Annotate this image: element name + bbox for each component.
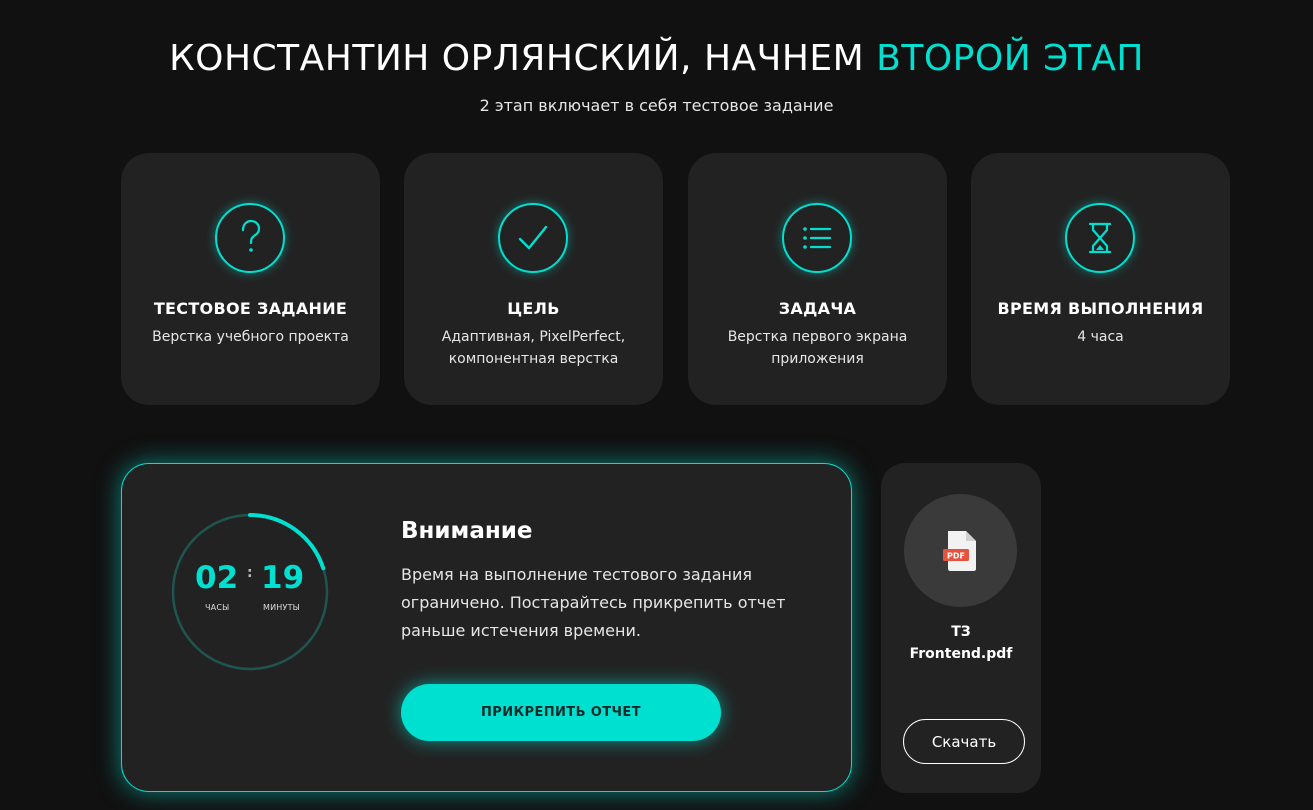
- card-text: Верстка учебного проекта: [152, 329, 349, 345]
- pdf-file-icon: PDF: [943, 531, 976, 571]
- page: КОНСТАНТИН ОРЛЯНСКИЙ, НАЧНЕМ ВТОРОЙ ЭТАП…: [0, 0, 1313, 810]
- page-title-accent: ВТОРОЙ ЭТАП: [876, 38, 1144, 79]
- card-text: 4 часа: [1077, 329, 1124, 345]
- file-name: ТЗ Frontend.pdf: [881, 621, 1041, 665]
- timer-minutes: 19: [261, 560, 305, 596]
- card-title: ВРЕМЯ ВЫПОЛНЕНИЯ: [997, 299, 1204, 318]
- timer-minutes-label: МИНУТЫ: [263, 603, 300, 612]
- info-cards: ТЕСТОВОЕ ЗАДАНИЕ Верстка учебного проект…: [121, 153, 1231, 405]
- card-title: ЗАДАЧА: [778, 299, 857, 318]
- attach-report-button[interactable]: ПРИКРЕПИТЬ ОТЧЕТ: [401, 684, 721, 741]
- page-title-main: КОНСТАНТИН ОРЛЯНСКИЙ, НАЧНЕМ: [169, 38, 865, 79]
- timer-digits: 02 : 19: [170, 560, 330, 600]
- attention-panel: 02 : 19 ЧАСЫ МИНУТЫ Внимание Время на вы…: [121, 463, 852, 792]
- timer-hours-label: ЧАСЫ: [205, 603, 230, 612]
- timer-hours: 02: [195, 560, 239, 596]
- download-button[interactable]: Скачать: [903, 719, 1025, 764]
- timer-separator: :: [247, 565, 253, 581]
- card-title: ТЕСТОВОЕ ЗАДАНИЕ: [153, 299, 348, 318]
- question-icon: [215, 203, 285, 273]
- checkmark-icon: [498, 203, 568, 273]
- countdown-timer: 02 : 19 ЧАСЫ МИНУТЫ: [170, 512, 330, 672]
- card-duration: ВРЕМЯ ВЫПОЛНЕНИЯ 4 часа: [971, 153, 1230, 405]
- attention-title: Внимание: [401, 518, 533, 544]
- file-name-line1: ТЗ: [951, 624, 971, 640]
- attention-text: Время на выполнение тестового задания ог…: [401, 565, 786, 640]
- card-text: Адаптивная, PixelPerfect, компонентная в…: [441, 329, 626, 367]
- file-card: PDF ТЗ Frontend.pdf Скачать: [881, 463, 1041, 793]
- card-test-task: ТЕСТОВОЕ ЗАДАНИЕ Верстка учебного проект…: [121, 153, 380, 405]
- file-icon-circle: PDF: [904, 494, 1017, 607]
- page-subtitle: 2 этап включает в себя тестовое задание: [479, 96, 834, 115]
- card-goal: ЦЕЛЬ Адаптивная, PixelPerfect, компонент…: [404, 153, 663, 405]
- card-task: ЗАДАЧА Верстка первого экрана приложения: [688, 153, 947, 405]
- list-icon: [782, 203, 852, 273]
- card-text: Верстка первого экрана приложения: [727, 329, 908, 367]
- file-name-line2: Frontend.pdf: [909, 646, 1013, 662]
- page-title: КОНСТАНТИН ОРЛЯНСКИЙ, НАЧНЕМ ВТОРОЙ ЭТАП: [0, 38, 1313, 79]
- pdf-badge-label: PDF: [947, 552, 965, 561]
- card-title: ЦЕЛЬ: [507, 299, 560, 318]
- hourglass-icon: [1065, 203, 1135, 273]
